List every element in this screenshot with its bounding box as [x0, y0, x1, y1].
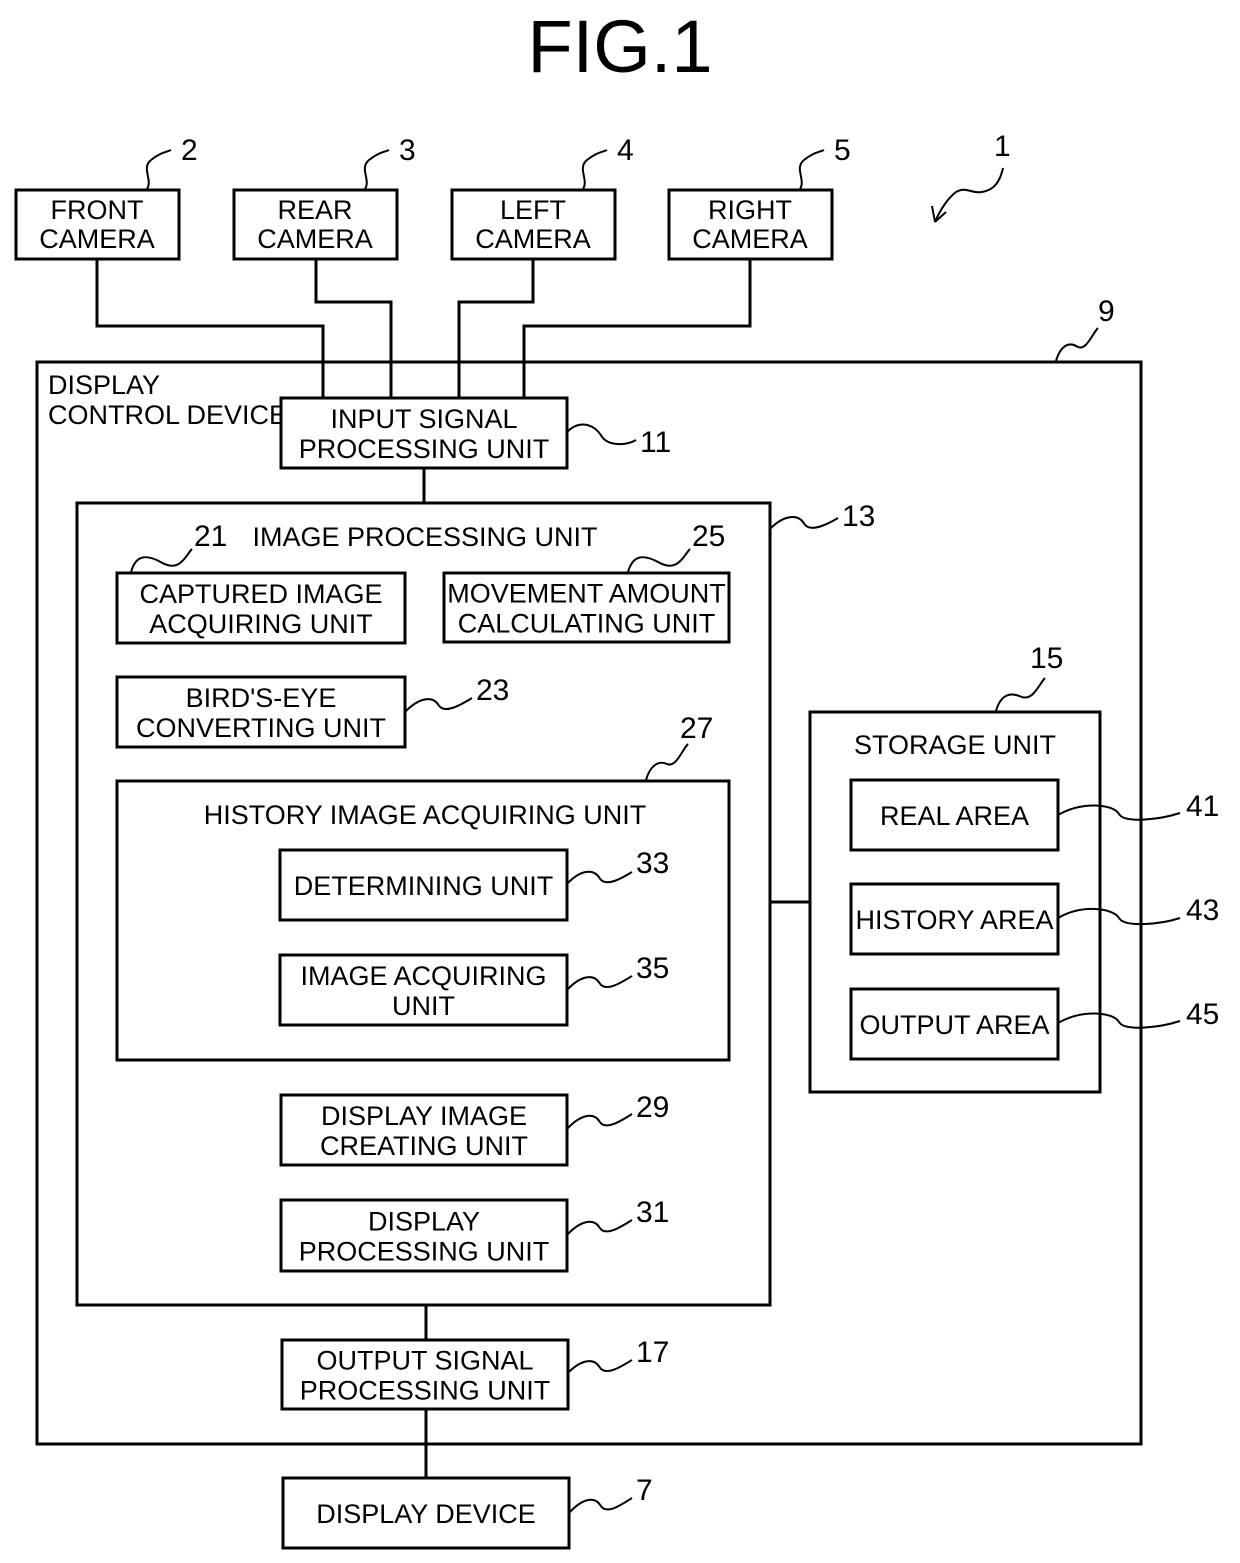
left-camera-leader [581, 149, 608, 190]
display-control-device-ref: 9 [1098, 295, 1115, 328]
display-control-device-label: CONTROL DEVICE [48, 400, 287, 430]
captured-image-acquiring-unit-label: CAPTURED IMAGE [139, 579, 382, 609]
block-diagram: FIG.1 FRONTCAMERAREARCAMERALEFTCAMERARIG… [14, 5, 1219, 1550]
left-camera-label: CAMERA [475, 224, 591, 254]
output-area: OUTPUT AREA [849, 987, 1060, 1061]
image-acquiring-unit-label: UNIT [392, 991, 455, 1021]
display-device-ref: 7 [636, 1474, 653, 1507]
history-image-acquiring-unit-ref: 27 [680, 712, 713, 745]
display-control-device-label: DISPLAY [48, 370, 160, 400]
input-signal-processing-unit-leader [566, 423, 637, 446]
display-device-leader [568, 1497, 633, 1514]
image-processing-unit-leader [769, 516, 839, 530]
input-signal-processing-unit-ref: 11 [640, 426, 671, 459]
front-camera-label: FRONT [51, 195, 144, 225]
storage-unit-leader [995, 677, 1046, 712]
display-image-creating-unit-label: DISPLAY IMAGE [321, 1101, 527, 1131]
history-area-ref: 43 [1186, 894, 1219, 927]
real-area-ref: 41 [1186, 790, 1219, 823]
output-signal-processing-unit: OUTPUT SIGNALPROCESSING UNIT [280, 1338, 570, 1411]
movement-amount-calculating-unit: MOVEMENT AMOUNTCALCULATING UNIT [442, 571, 731, 644]
display-processing-unit: DISPLAYPROCESSING UNIT [279, 1198, 569, 1273]
birds-eye-converting-unit-ref: 23 [476, 674, 509, 707]
captured-image-acquiring-unit: CAPTURED IMAGEACQUIRING UNIT [115, 571, 407, 645]
left-camera-ref: 4 [617, 134, 634, 167]
movement-amount-calculating-unit-label: MOVEMENT AMOUNT [447, 579, 726, 609]
image-acquiring-unit-label: IMAGE ACQUIRING [300, 961, 546, 991]
right-camera-label: RIGHT [708, 195, 792, 225]
display-device: DISPLAY DEVICE [281, 1476, 571, 1550]
rear-camera-connection [314, 260, 393, 398]
figure-title: FIG.1 [527, 5, 712, 88]
display-processing-unit-ref: 31 [636, 1196, 669, 1229]
real-area-label: REAL AREA [880, 801, 1029, 831]
display-processing-unit-label: DISPLAY [368, 1207, 480, 1237]
left-camera-connection [457, 260, 535, 398]
right-camera-connection [522, 260, 752, 398]
input-signal-processing-unit: INPUT SIGNALPROCESSING UNIT [279, 396, 569, 470]
storage-unit-ref: 15 [1030, 642, 1063, 675]
display-device-label: DISPLAY DEVICE [316, 1499, 536, 1529]
right-camera-ref: 5 [834, 134, 851, 167]
determining-unit-ref: 33 [636, 847, 669, 880]
left-camera-label: LEFT [500, 195, 566, 225]
front-camera-leader [145, 149, 172, 190]
movement-amount-calculating-unit-ref: 25 [692, 520, 725, 553]
front-camera-ref: 2 [181, 134, 198, 167]
output-signal-processing-unit-leader [566, 1359, 633, 1375]
determining-unit: DETERMINING UNIT [278, 848, 569, 922]
input-signal-processing-unit-label: INPUT SIGNAL [330, 404, 517, 434]
output-signal-processing-unit-label: PROCESSING UNIT [300, 1376, 551, 1406]
display-image-creating-unit-label: CREATING UNIT [320, 1131, 528, 1161]
determining-unit-label: DETERMINING UNIT [294, 871, 554, 901]
image-processing-unit-ref: 13 [842, 500, 875, 533]
right-camera-leader [798, 149, 825, 190]
blocks: FRONTCAMERAREARCAMERALEFTCAMERARIGHTCAME… [14, 188, 1143, 1550]
output-area-label: OUTPUT AREA [859, 1010, 1049, 1040]
output-signal-processing-unit-ref: 17 [636, 1336, 669, 1369]
real-area: REAL AREA [849, 778, 1060, 852]
output-signal-processing-unit-label: OUTPUT SIGNAL [316, 1346, 533, 1376]
history-area: HISTORY AREA [849, 882, 1060, 956]
birds-eye-converting-unit-label: BIRD'S-EYE [186, 683, 337, 713]
rear-camera-leader [363, 149, 390, 190]
right-camera: RIGHTCAMERA [667, 188, 834, 261]
front-camera-label: CAMERA [39, 224, 155, 254]
front-camera: FRONTCAMERA [14, 188, 181, 261]
rear-camera-label: CAMERA [257, 224, 373, 254]
image-processing-unit-title: IMAGE PROCESSING UNIT [252, 522, 597, 552]
display-processing-unit-label: PROCESSING UNIT [299, 1237, 550, 1267]
display-image-creating-unit-ref: 29 [636, 1091, 669, 1124]
history-area-label: HISTORY AREA [855, 905, 1053, 935]
image-acquiring-unit-ref: 35 [636, 952, 669, 985]
display-image-creating-unit: DISPLAY IMAGECREATING UNIT [279, 1093, 569, 1167]
storage-unit-title: STORAGE UNIT [854, 730, 1056, 760]
display-control-device-leader [1055, 327, 1099, 362]
rear-camera-label: REAR [277, 195, 352, 225]
left-camera: LEFTCAMERA [450, 188, 617, 261]
birds-eye-converting-unit: BIRD'S-EYECONVERTING UNIT [115, 675, 407, 749]
image-acquiring-unit: IMAGE ACQUIRINGUNIT [278, 953, 569, 1027]
history-image-acquiring-unit-title: HISTORY IMAGE ACQUIRING UNIT [204, 800, 647, 830]
captured-image-acquiring-unit-label: ACQUIRING UNIT [149, 609, 373, 639]
movement-amount-calculating-unit-label: CALCULATING UNIT [458, 609, 716, 639]
birds-eye-converting-unit-label: CONVERTING UNIT [136, 713, 386, 743]
rear-camera-ref: 3 [399, 134, 416, 167]
rear-camera: REARCAMERA [232, 188, 399, 261]
output-area-ref: 45 [1186, 998, 1219, 1031]
captured-image-acquiring-unit-ref: 21 [194, 520, 227, 553]
input-signal-processing-unit-label: PROCESSING UNIT [299, 434, 550, 464]
right-camera-label: CAMERA [692, 224, 808, 254]
system-ref: 1 [994, 130, 1011, 163]
